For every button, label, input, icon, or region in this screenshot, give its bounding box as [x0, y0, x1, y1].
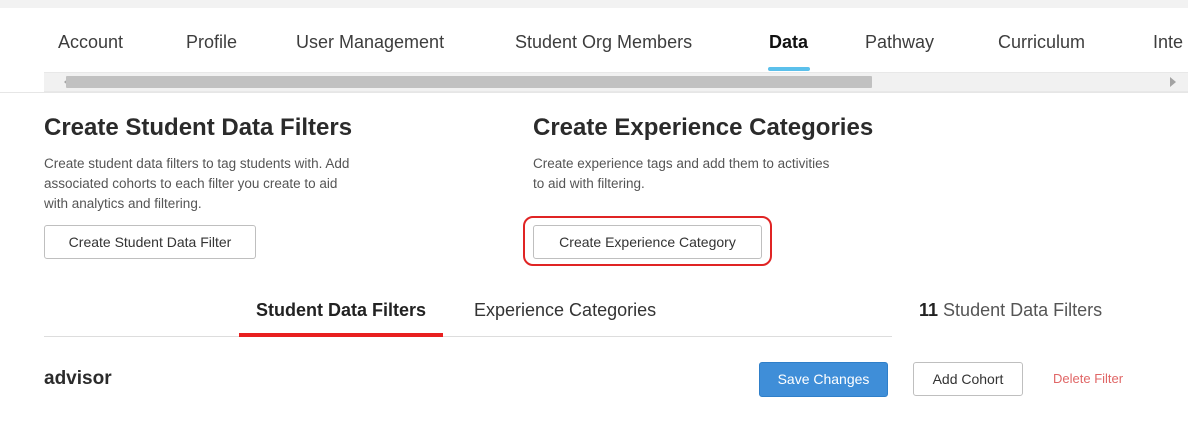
experience-categories-title: Create Experience Categories — [533, 114, 874, 141]
tab-pathway[interactable]: Pathway — [865, 32, 934, 53]
create-student-data-filter-button[interactable]: Create Student Data Filter — [44, 225, 256, 259]
add-cohort-button[interactable]: Add Cohort — [913, 362, 1023, 396]
tab-account[interactable]: Account — [58, 32, 123, 53]
tab-curriculum[interactable]: Curriculum — [998, 32, 1085, 53]
settings-nav: Account Profile User Management Student … — [0, 8, 1188, 93]
student-filters-description: Create student data filters to tag stude… — [44, 154, 349, 214]
filter-name: advisor — [44, 368, 112, 389]
save-changes-button[interactable]: Save Changes — [759, 362, 888, 397]
experience-categories-description: Create experience tags and add them to a… — [533, 154, 829, 194]
create-experience-category-button[interactable]: Create Experience Category — [533, 225, 762, 259]
tab-experience-categories[interactable]: Experience Categories — [474, 300, 656, 321]
scroll-right-arrow-icon[interactable] — [1170, 77, 1176, 87]
tab-integrations[interactable]: Inte — [1153, 32, 1183, 53]
description-line: with analytics and filtering. — [44, 196, 202, 211]
horizontal-scrollbar[interactable] — [44, 72, 1188, 92]
delete-filter-link[interactable]: Delete Filter — [1053, 371, 1123, 386]
top-strip — [0, 0, 1188, 8]
filter-count-number: 11 — [919, 300, 939, 320]
description-line: to aid with filtering. — [533, 176, 645, 191]
active-tab-indicator — [768, 67, 810, 71]
tab-data[interactable]: Data — [769, 32, 808, 53]
experience-categories-section: Create Experience Categories Create expe… — [533, 114, 973, 214]
filter-count-label: Student Data Filters — [943, 300, 1103, 320]
tab-student-org-members[interactable]: Student Org Members — [515, 32, 692, 53]
filter-count: 11 Student Data Filters — [919, 300, 1102, 321]
description-line: associated cohorts to each filter you cr… — [44, 176, 338, 191]
tab-profile[interactable]: Profile — [186, 32, 237, 53]
scrollbar-thumb[interactable] — [66, 76, 872, 88]
sub-tabs-divider — [44, 336, 892, 337]
tab-user-management[interactable]: User Management — [296, 32, 444, 53]
description-line: Create student data filters to tag stude… — [44, 156, 350, 171]
student-filters-title: Create Student Data Filters — [44, 114, 353, 141]
nav-tabs: Account Profile User Management Student … — [0, 8, 1188, 70]
active-subtab-indicator — [239, 333, 443, 337]
tab-student-data-filters[interactable]: Student Data Filters — [256, 300, 426, 321]
description-line: Create experience tags and add them to a… — [533, 156, 830, 171]
